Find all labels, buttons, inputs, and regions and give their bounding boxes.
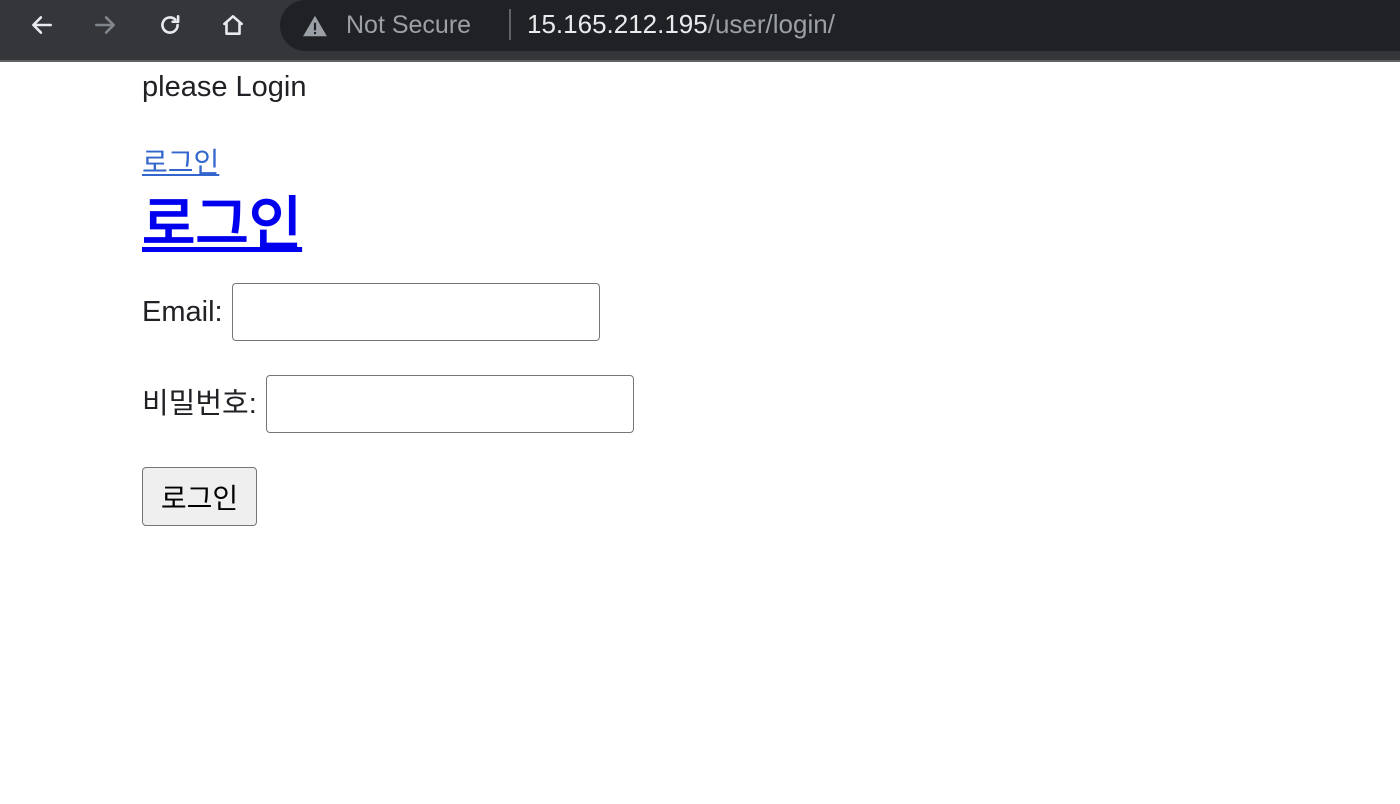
reload-icon[interactable] (153, 8, 187, 42)
address-divider (509, 9, 511, 40)
login-submit-button[interactable]: 로그인 (142, 467, 257, 526)
url-host: 15.165.212.195 (527, 9, 708, 39)
browser-toolbar: Not Secure 15.165.212.195/user/login/ (0, 0, 1400, 62)
back-arrow-icon[interactable] (25, 8, 59, 42)
security-status-label[interactable]: Not Secure (346, 10, 471, 40)
login-heading-link[interactable]: 로그인 (142, 190, 302, 258)
url-text[interactable]: 15.165.212.195/user/login/ (527, 9, 835, 40)
password-field[interactable] (265, 375, 634, 433)
address-bar[interactable]: Not Secure 15.165.212.195/user/login/ (280, 0, 1400, 51)
url-path: /user/login/ (707, 9, 835, 39)
home-icon[interactable] (216, 8, 250, 42)
forward-arrow-icon[interactable] (88, 8, 122, 42)
login-nav-link[interactable]: 로그인 (142, 146, 219, 180)
email-row: Email: (142, 283, 600, 341)
password-label: 비밀번호: (142, 388, 257, 420)
email-label: Email: (142, 296, 223, 328)
login-prompt-text: please Login (142, 71, 307, 103)
warning-triangle-icon[interactable] (302, 13, 328, 39)
password-row: 비밀번호: (142, 375, 634, 433)
email-field[interactable] (231, 283, 600, 341)
